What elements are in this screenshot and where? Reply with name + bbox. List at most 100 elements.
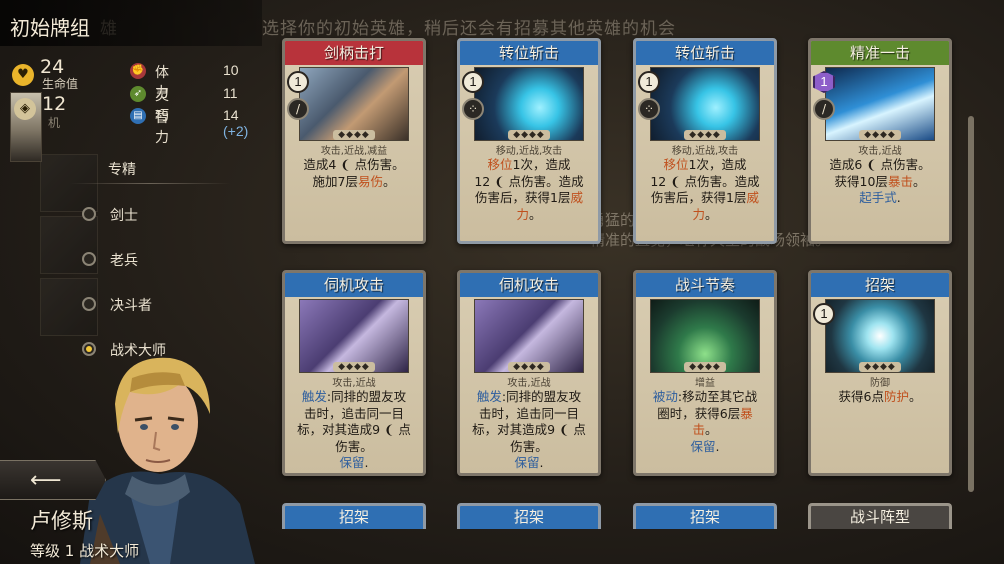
keyword: 起手式	[859, 190, 897, 205]
card-text-segment: 获得6点	[838, 389, 884, 404]
card-type: 移动,近战,攻击	[495, 146, 563, 157]
skill-card[interactable]: 转位斩击 ◆◆◆◆ 移动,近战,攻击 1 ⁘ 移位1次，造成 12 ❨ 点伤害。造成 伤害后，…	[457, 38, 601, 244]
radio-button[interactable]	[82, 297, 96, 311]
shield-icon: ◈	[14, 98, 36, 120]
card-text-segment: :同排的盟友攻	[326, 389, 407, 404]
card-description-line: 造成6 ❨ 点伤害。	[817, 157, 943, 174]
attribute-value: 10	[223, 62, 239, 78]
hero-level: 等级 1 战术大师	[30, 542, 140, 560]
card-type: 攻击,近战,减益	[320, 146, 388, 157]
skill-card-partial[interactable]: 招架	[282, 503, 426, 529]
card-description-line: 被动:移动至其它战	[642, 389, 768, 406]
radio-button[interactable]	[82, 252, 96, 266]
card-text-segment: 。	[705, 422, 718, 437]
card-type: 防御	[870, 378, 890, 389]
back-button[interactable]: ⟵	[0, 460, 106, 500]
keyword: 保留	[690, 438, 716, 454]
card-type: 攻击,近战	[332, 378, 376, 389]
radio-button[interactable]	[82, 207, 96, 221]
skill-card[interactable]: 伺机攻击 ◆◆◆◆ 攻击,近战 触发:同排的盟友攻 击时，追击同一目 标，对其造成9 ❨ …	[457, 270, 601, 476]
movement-dots-icon: ⁘	[462, 98, 484, 120]
card-text-segment: 伤害后，获得1层	[475, 190, 571, 205]
card-text-segment: .	[896, 190, 901, 205]
skill-card[interactable]: 精准一击 ◆◆◆◆ 攻击,近战 1/造成6 ❨ 点伤害。 获得10层暴击。 起手式.	[808, 38, 952, 244]
skill-card-partial[interactable]: 招架	[457, 503, 601, 529]
skill-card[interactable]: 战斗节奏 ◆◆◆◆ 增益 被动:移动至其它战 圈时，获得6层暴 击。 保留.	[633, 270, 777, 476]
keyword: 防护	[883, 389, 909, 404]
card-text-segment: 标，对其造成9 ❨ 点	[297, 422, 411, 437]
card-cost: 1	[813, 303, 835, 325]
card-title: 战斗节奏	[636, 273, 774, 297]
card-text-segment: 伤害。	[335, 438, 373, 454]
skill-card-partial[interactable]: 战斗阵型	[808, 503, 952, 529]
scrollbar[interactable]	[968, 116, 974, 492]
card-description-line: 击时，追击同一目	[291, 406, 417, 423]
card-description-line: 触发:同排的盟友攻	[466, 389, 592, 406]
card-description: 触发:同排的盟友攻 击时，追击同一目 标，对其造成9 ❨ 点伤害。 保留.	[291, 389, 417, 472]
keyword: 被动	[652, 389, 678, 404]
attribute-value: 14 (+2)	[223, 107, 249, 139]
card-text-segment: .	[364, 455, 369, 470]
attribute-value: 11	[223, 85, 238, 101]
card-description: 触发:同排的盟友攻 击时，追击同一目 标，对其造成9 ❨ 点伤害。 保留.	[466, 389, 592, 472]
card-description-line: 击。	[642, 422, 768, 439]
card-description-line: 起手式.	[817, 190, 943, 207]
card-text-segment: :移动至其它战	[677, 389, 758, 404]
sword-icon: /	[813, 98, 835, 120]
keyword: 威	[746, 190, 759, 205]
keyword: 移位	[663, 157, 689, 172]
card-description-line: 移位1次，造成	[466, 157, 592, 174]
card-description-line: 保留.	[291, 455, 417, 472]
card-description-line: 施加7层易伤。	[291, 174, 417, 191]
attribute-name: 智力	[155, 110, 169, 146]
card-rarity-pips: ◆◆◆◆	[684, 362, 726, 372]
movement-dots-icon: ⁘	[638, 98, 660, 120]
scrollbar-thumb[interactable]	[968, 116, 974, 492]
skill-card-partial[interactable]: 招架	[633, 503, 777, 529]
card-rarity-pips: ◆◆◆◆	[859, 362, 901, 372]
card-rarity-pips: ◆◆◆◆	[684, 130, 726, 140]
card-type: 增益	[695, 378, 715, 389]
card-description-line: 击时，追击同一目	[466, 406, 592, 423]
second-stat-value: 12	[42, 93, 67, 115]
card-text-segment: 1次，造成	[512, 157, 571, 172]
card-description-line: 伤害。	[466, 439, 592, 456]
card-description: 造成6 ❨ 点伤害。 获得10层暴击。 起手式.	[817, 157, 943, 207]
card-description-line: 造成4 ❨ 点伤害。	[291, 157, 417, 174]
card-description-line: 保留.	[642, 439, 768, 456]
card-description-line: 圈时，获得6层暴	[642, 406, 768, 423]
card-rarity-pips: ◆◆◆◆	[508, 362, 550, 372]
divider	[70, 183, 230, 184]
card-description-line: 保留.	[466, 455, 592, 472]
keyword: 移位	[487, 157, 513, 172]
second-stat-label: 机	[48, 116, 61, 130]
keyword: 力	[516, 206, 529, 222]
card-text-segment: 12 ❨ 点伤害。造成	[650, 173, 760, 189]
skill-card[interactable]: 转位斩击 ◆◆◆◆ 移动,近战,攻击 1 ⁘ 移位1次，造成 12 ❨ 点伤害。造成 伤害后，…	[633, 38, 777, 244]
keyword: 易伤	[357, 173, 383, 189]
specialization-name: 决斗者	[110, 298, 152, 314]
skill-card[interactable]: 招架 ◆◆◆◆ 防御 1 获得6点防护。	[808, 270, 952, 476]
card-text-segment: 伤害后，获得1层	[651, 190, 747, 205]
skill-card[interactable]: 伺机攻击 ◆◆◆◆ 攻击,近战 触发:同排的盟友攻 击时，追击同一目 标，对其造成9 ❨ …	[282, 270, 426, 476]
card-type: 攻击,近战	[858, 146, 902, 157]
skill-card[interactable]: 剑柄击打 ◆◆◆◆ 攻击,近战,减益 1 / 造成4 ❨ 点伤害。 施加7层易伤。	[282, 38, 426, 244]
card-text-segment: 。	[908, 389, 922, 404]
keyword: 触发	[476, 389, 502, 404]
card-title: 招架	[811, 273, 949, 297]
hp-label: 生命值	[42, 77, 79, 91]
card-text-segment: 造成6 ❨ 点伤害。	[829, 157, 931, 172]
card-text-segment: 。	[912, 173, 926, 189]
card-description-line: 伤害。	[291, 439, 417, 456]
card-description-line: 伤害后，获得1层威	[466, 190, 592, 207]
card-rarity-pips: ◆◆◆◆	[333, 130, 375, 140]
keyword: 威	[570, 190, 583, 205]
card-description-line: 12 ❨ 点伤害。造成	[642, 174, 768, 191]
card-title: 转位斩击	[636, 41, 774, 65]
card-rarity-pips: ◆◆◆◆	[508, 130, 550, 140]
keyword: 击	[692, 422, 705, 437]
card-description: 移位1次，造成 12 ❨ 点伤害。造成 伤害后，获得1层威 力。	[466, 157, 592, 223]
card-cost: 1	[287, 71, 309, 93]
card-text-segment: 获得10层	[834, 173, 888, 189]
card-description-line: 力。	[466, 207, 592, 224]
